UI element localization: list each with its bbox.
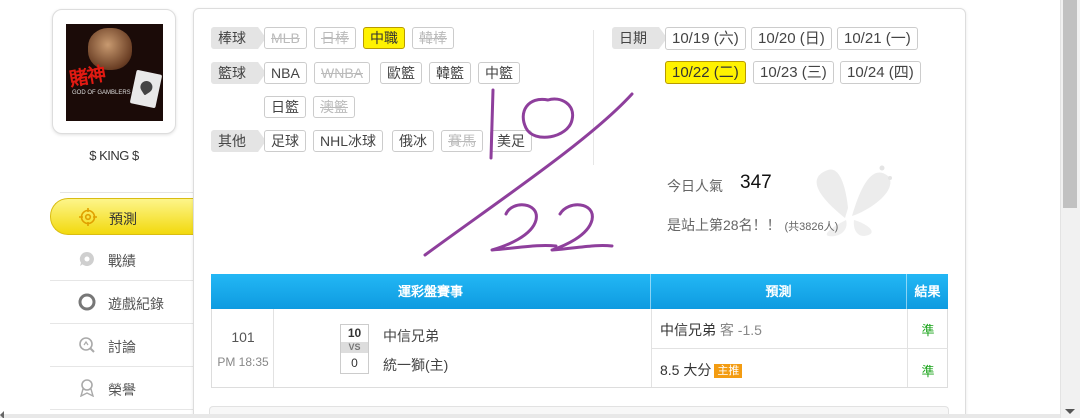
scroll-left-arrow-icon[interactable] (0, 411, 4, 418)
table-row: 101 PM 18:35 10 VS 0 中信兄弟 統一獅(主) 中信兄弟 客 … (211, 309, 948, 388)
popularity-value: 347 (740, 172, 772, 193)
filter-horse-racing: 賽馬 (441, 130, 483, 152)
row-divider (651, 348, 948, 349)
baseball-label: 棒球 (211, 27, 266, 49)
popularity-rank: 是站上第28名！！ (共3826人) (667, 215, 838, 235)
avatar[interactable]: 賭神 GOD OF GAMBLERS (66, 24, 163, 121)
prediction-spread: 中信兄弟 客 -1.5 (660, 320, 762, 340)
rank-total: (共3826人) (784, 221, 839, 233)
score-box: 10 VS 0 (340, 324, 369, 374)
filter-divider (593, 30, 594, 165)
sidebar-item-label: 討論 (108, 339, 136, 355)
horizontal-scrollbar[interactable] (0, 414, 1060, 418)
date-option[interactable]: 10/24 (四) (840, 61, 921, 84)
medal-icon (78, 379, 96, 397)
column-header-result: 結果 (914, 284, 941, 299)
game-time: PM 18:35 (217, 355, 269, 369)
sidebar-item-game-log[interactable]: 遊戲紀錄 (50, 281, 195, 324)
vs-label: VS (341, 342, 368, 353)
ring-icon (78, 293, 96, 311)
filter-kbo: 韓棒 (412, 27, 454, 49)
prediction-detail: 客 -1.5 (719, 322, 762, 338)
chat-bubble-icon (78, 250, 96, 268)
date-option-selected[interactable]: 10/22 (二) (665, 61, 746, 84)
sidebar-item-label: 戰績 (108, 253, 136, 269)
column-header-prediction: 預測 (765, 284, 792, 299)
filter-nhl[interactable]: NHL冰球 (313, 130, 384, 152)
scroll-down-arrow-icon[interactable] (1065, 409, 1075, 414)
sidebar-menu: 預測 戰績 遊戲紀錄 討論 榮譽 (50, 198, 204, 410)
vertical-scrollbar[interactable] (1060, 0, 1080, 418)
sidebar-item-label: 預測 (109, 211, 137, 227)
playing-card-icon (129, 69, 163, 109)
date-option[interactable]: 10/19 (六) (665, 27, 746, 50)
filter-australia-basketball: 澳籃 (313, 96, 355, 118)
avatar-card: 賭神 GOD OF GAMBLERS (52, 9, 176, 134)
team-a-name: 中信兄弟 (383, 328, 439, 344)
filter-russia-hockey[interactable]: 俄冰 (392, 130, 434, 152)
basketball-label: 籃球 (211, 62, 266, 84)
game-number: 101 (231, 329, 255, 345)
username: $ KING $ (89, 148, 139, 163)
score-team-a: 10 (347, 326, 362, 340)
filter-npb: 日棒 (314, 27, 356, 49)
filter-korea-basketball[interactable]: 韓籃 (429, 62, 471, 84)
result-total: 準 (921, 364, 935, 379)
scroll-thumb[interactable] (1063, 0, 1077, 208)
avatar-poster-subtitle: GOD OF GAMBLERS (72, 90, 131, 96)
filter-cpbl[interactable]: 中職 (363, 27, 405, 49)
date-option[interactable]: 10/23 (三) (753, 61, 834, 84)
sidebar-item-label: 遊戲紀錄 (108, 296, 164, 312)
popularity-label: 今日人氣 (667, 178, 723, 194)
others-label: 其他 (211, 130, 266, 152)
team-b-name: 統一獅(主) (383, 357, 449, 373)
date-option[interactable]: 10/20 (日) (751, 27, 832, 50)
sidebar-item-discussion[interactable]: 討論 (50, 324, 195, 367)
filter-japan-basketball[interactable]: 日籃 (264, 96, 306, 118)
sidebar-item-honor[interactable]: 榮譽 (50, 367, 195, 410)
score-team-b: 0 (351, 356, 358, 370)
column-header-match: 運彩盤賽事 (397, 284, 463, 299)
filter-china-basketball[interactable]: 中籃 (478, 62, 520, 84)
filter-wnba: WNBA (314, 62, 370, 84)
prediction-total: 8.5 大分 主推 (660, 360, 743, 380)
result-spread: 準 (921, 323, 935, 338)
rank-text: 是站上第28名！！ (667, 217, 781, 233)
filter-mlb: MLB (264, 27, 307, 49)
sidebar-item-label: 榮譽 (108, 382, 136, 398)
sidebar-divider (60, 192, 194, 193)
avatar-poster-title: 賭神 (67, 63, 107, 91)
sidebar-item-prediction[interactable]: 預測 (50, 198, 204, 235)
date-option[interactable]: 10/21 (一) (837, 27, 918, 50)
filter-euro-basketball[interactable]: 歐籃 (380, 62, 422, 84)
prediction-team: 中信兄弟 (660, 322, 716, 338)
prediction-total-text: 8.5 大分 (660, 362, 712, 378)
date-label: 日期 (612, 27, 667, 49)
target-icon (79, 208, 97, 226)
table-header: 運彩盤賽事 預測 結果 (211, 274, 948, 309)
magnifier-chat-icon (78, 336, 96, 354)
featured-badge: 主推 (714, 364, 743, 378)
filter-soccer[interactable]: 足球 (264, 130, 306, 152)
column-divider (273, 309, 274, 387)
filter-nba[interactable]: NBA (264, 62, 307, 84)
filter-american-football[interactable]: 美足 (490, 130, 532, 152)
sidebar-item-record[interactable]: 戰績 (50, 238, 195, 281)
